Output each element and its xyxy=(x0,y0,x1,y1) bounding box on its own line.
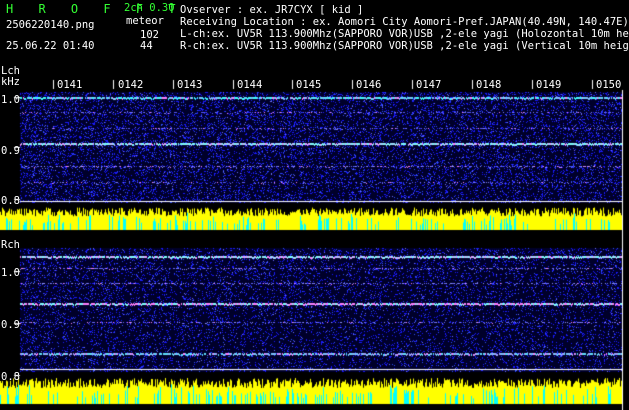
time-tick: 0147 xyxy=(416,79,442,91)
lch-tick: 0.8 xyxy=(1,195,20,207)
time-tick: 0145 xyxy=(296,79,322,91)
rch-tick: 0.9 xyxy=(1,319,20,331)
filename-label: 2506220140.png xyxy=(6,19,95,31)
spectrogram-canvas xyxy=(0,0,629,410)
lch-tick: 0.9 xyxy=(1,145,20,157)
lch-unit: kHz xyxy=(1,76,20,88)
rch-tick: 0.8 xyxy=(1,371,20,383)
time-tick: 0144 xyxy=(237,79,263,91)
rch-count: 44 xyxy=(140,40,153,52)
time-tick: 0142 xyxy=(118,79,144,91)
time-tick: 0149 xyxy=(536,79,562,91)
lch-label: Lch xyxy=(1,65,20,77)
time-tick: 0143 xyxy=(177,79,203,91)
lch-count: 102 xyxy=(140,29,159,41)
mode-label: meteor xyxy=(126,15,164,27)
rch-tick: 1.0 xyxy=(1,267,20,279)
location-line: Receiving Location : ex. Aomori City Aom… xyxy=(180,16,629,28)
time-tick: 0141 xyxy=(57,79,83,91)
observer-line: Ovserver : ex. JR7CYX [ kid ] xyxy=(180,4,364,16)
version-label: 2ch 0.30 xyxy=(124,2,175,14)
time-tick: 0148 xyxy=(476,79,502,91)
time-tick: 0146 xyxy=(356,79,382,91)
datetime-label: 25.06.22 01:40 xyxy=(6,40,95,52)
lch-tick: 1.0 xyxy=(1,94,20,106)
lch-description: L-ch:ex. UV5R 113.900Mhz(SAPPORO VOR)USB… xyxy=(180,28,629,40)
rch-description: R-ch:ex. UV5R 113.900Mhz(SAPPORO VOR)USB… xyxy=(180,40,629,52)
rch-label: Rch xyxy=(1,239,20,251)
time-tick: 0150 xyxy=(596,79,622,91)
